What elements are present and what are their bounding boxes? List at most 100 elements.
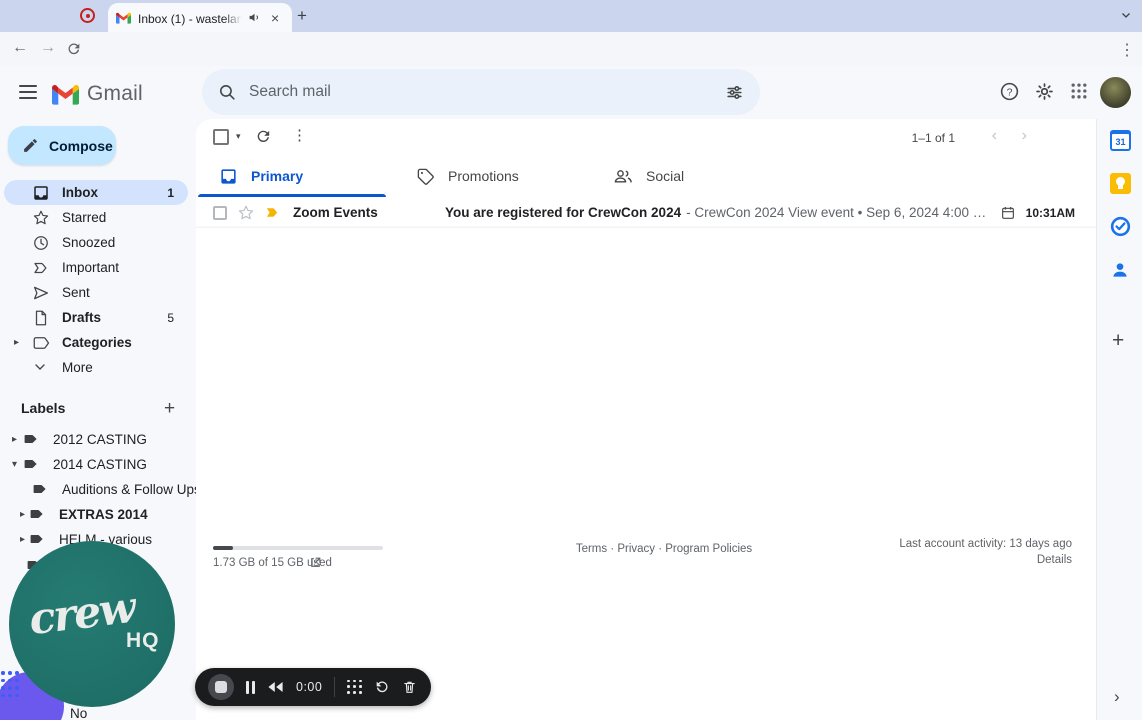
label-tag-icon [29, 506, 45, 522]
compose-button[interactable]: Compose [8, 126, 116, 165]
back-icon[interactable]: ← [12, 39, 28, 57]
restart-recording-icon[interactable] [374, 679, 390, 695]
pencil-icon [24, 139, 37, 152]
create-label-icon[interactable]: + [164, 398, 175, 420]
search-filters-icon[interactable] [725, 83, 744, 102]
collapse-panel-icon[interactable]: › [1114, 687, 1120, 707]
help-icon[interactable]: ? [999, 81, 1021, 103]
calendar-icon[interactable]: 31 [1110, 130, 1131, 151]
chevron-right-icon[interactable]: ▸ [12, 434, 17, 445]
tab-primary[interactable]: Primary [196, 155, 393, 197]
sidebar-item-drafts[interactable]: Drafts 5 [4, 305, 188, 330]
star-toggle-icon[interactable] [237, 204, 255, 222]
label-tag-icon [23, 431, 39, 447]
chevron-down-icon[interactable]: ▾ [12, 459, 17, 470]
screen: Inbox (1) - wastelanderpa × + ← → mail.g [0, 0, 1142, 720]
chevron-right-icon[interactable]: ▸ [14, 337, 19, 348]
sidebar-item-snoozed[interactable]: Snoozed [4, 230, 188, 255]
label-tag-icon [29, 531, 45, 547]
gmail-m-icon [52, 84, 79, 105]
pause-recording-icon[interactable] [246, 680, 255, 694]
reload-icon[interactable] [66, 41, 82, 57]
recorder-divider [334, 677, 336, 697]
important-marker-icon [32, 259, 50, 277]
account-avatar[interactable] [1100, 77, 1131, 108]
newer-page-icon[interactable]: ‹ [992, 127, 997, 145]
legal-links[interactable]: Terms · Privacy · Program Policies [564, 543, 764, 555]
tab-close-icon[interactable]: × [271, 11, 279, 25]
sidebar-item-more[interactable]: More [4, 355, 188, 380]
email-sender: Zoom Events [293, 205, 378, 220]
calendar-attachment-icon[interactable] [1000, 205, 1016, 221]
gmail-wordmark: Gmail [87, 82, 143, 105]
email-checkbox[interactable] [213, 205, 227, 220]
tab-search-icon[interactable] [1120, 9, 1132, 21]
apps-grid-icon[interactable] [1069, 81, 1091, 103]
side-panel-divider [1096, 119, 1097, 720]
forward-icon[interactable]: → [40, 39, 56, 57]
svg-text:?: ? [1007, 86, 1013, 98]
primary-inbox-icon [219, 167, 238, 186]
select-dropdown-caret[interactable]: ▾ [236, 131, 241, 142]
search-input[interactable] [249, 83, 725, 101]
label-2014-casting[interactable]: ▾ 2014 CASTING [12, 453, 147, 475]
sidebar-item-important[interactable]: Important [4, 255, 188, 280]
categories-tag-icon [32, 334, 50, 352]
details-link[interactable]: Details [1037, 554, 1072, 566]
tab-audio-icon[interactable] [248, 11, 261, 24]
label-2012-casting[interactable]: ▸ 2012 CASTING [12, 428, 147, 450]
pagination-label: 1–1 of 1 [911, 131, 955, 145]
inbox-category-tabs: Primary Promotions Social [196, 155, 1097, 197]
draft-icon [32, 309, 50, 327]
labels-heading: Labels [21, 400, 66, 416]
email-row[interactable]: Zoom Events You are registered for CrewC… [196, 198, 1097, 228]
recorder-apps-grid-icon[interactable] [347, 679, 362, 695]
rewind-icon[interactable] [267, 680, 284, 694]
email-subject: You are registered for CrewCon 2024 [445, 205, 682, 220]
drag-handle-dots-icon[interactable] [1, 671, 19, 698]
chevron-down-icon [32, 359, 50, 377]
storage-external-link-icon[interactable] [309, 556, 322, 569]
stop-recording-button[interactable] [208, 674, 234, 700]
settings-gear-icon[interactable] [1034, 81, 1056, 103]
delete-recording-icon[interactable] [402, 679, 417, 695]
older-page-icon[interactable]: › [1022, 127, 1027, 145]
get-add-ons-icon[interactable]: + [1112, 329, 1124, 353]
crew-script-text: crew [26, 582, 137, 646]
sidebar-item-categories[interactable]: ▸ Categories [4, 330, 188, 355]
search-bar[interactable] [202, 69, 760, 115]
chevron-right-icon[interactable]: ▸ [20, 509, 25, 520]
recording-timer: 0:00 [296, 680, 323, 694]
list-toolbar: ▾ ⋮ 1–1 of 1 ‹ › [196, 119, 1097, 155]
tab-social[interactable]: Social [590, 155, 787, 197]
more-options-icon[interactable]: ⋮ [292, 126, 307, 144]
sidebar-item-inbox[interactable]: Inbox 1 [4, 180, 188, 205]
label-auditions-follow-ups[interactable]: Auditions & Follow Ups [32, 478, 201, 500]
label-tag-icon [32, 481, 48, 497]
browser-menu-icon[interactable]: ⋮ [1119, 40, 1135, 60]
chevron-right-icon[interactable]: ▸ [20, 534, 25, 545]
email-snippet: - CrewCon 2024 View event • Sep 6, 2024 … [686, 205, 992, 220]
active-tab-underline [198, 194, 386, 197]
screen-recorder-bar: 0:00 [195, 668, 431, 706]
importance-marker-icon[interactable] [264, 204, 281, 221]
keep-icon[interactable] [1110, 173, 1131, 194]
sidebar-item-starred[interactable]: Starred [4, 205, 188, 230]
select-all-checkbox[interactable] [213, 129, 229, 145]
tasks-icon[interactable] [1110, 216, 1131, 237]
contacts-icon[interactable] [1110, 260, 1131, 281]
clock-icon [32, 234, 50, 252]
new-tab-button[interactable]: + [297, 6, 307, 26]
last-account-activity: Last account activity: 13 days ago [899, 538, 1072, 550]
mail-list-panel: ▾ ⋮ 1–1 of 1 ‹ › Primary Promotions Soci… [196, 119, 1097, 720]
refresh-icon[interactable] [255, 128, 272, 145]
send-icon [32, 284, 50, 302]
search-icon[interactable] [218, 83, 237, 102]
sidebar-item-sent[interactable]: Sent [4, 280, 188, 305]
label-extras-2014[interactable]: ▸ EXTRAS 2014 [20, 503, 148, 525]
browser-tab[interactable]: Inbox (1) - wastelanderpa × [108, 3, 292, 32]
promotions-tag-icon [416, 167, 435, 186]
label-tag-icon [23, 456, 39, 472]
tab-promotions[interactable]: Promotions [393, 155, 590, 197]
main-menu-icon[interactable] [19, 85, 37, 99]
